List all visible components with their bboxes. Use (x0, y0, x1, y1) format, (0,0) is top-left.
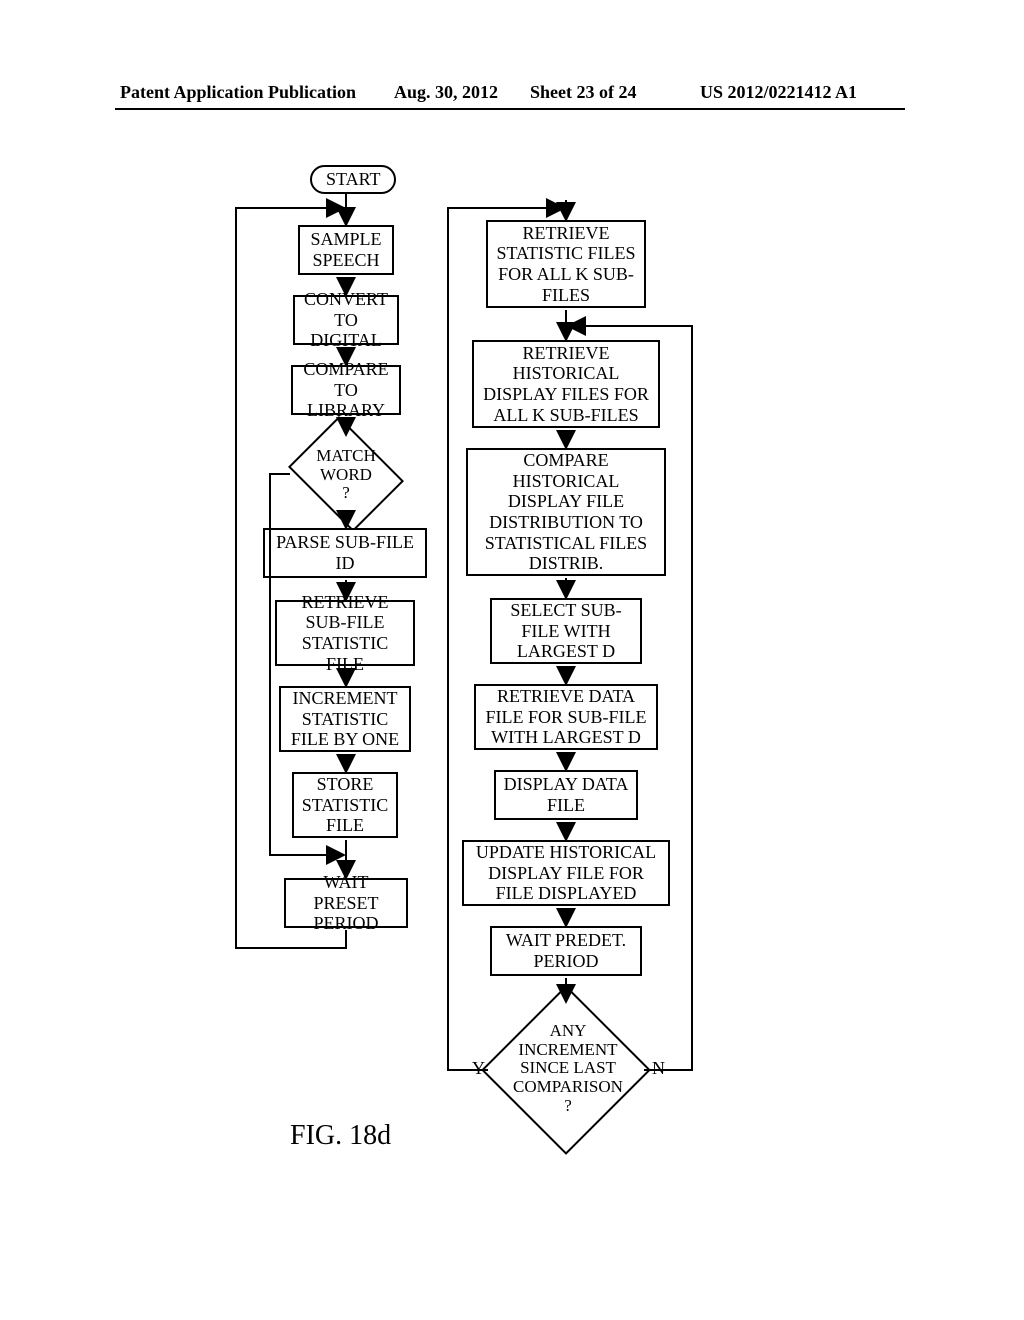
box-parse-subfile: PARSE SUB-FILE ID (263, 528, 427, 578)
label-convert-digital: CONVERT TO DIGITAL (301, 289, 391, 351)
label-store-stat: STORE STATISTIC FILE (300, 774, 390, 836)
header-sheet: Sheet 23 of 24 (530, 82, 637, 103)
edge-y: Y (472, 1058, 485, 1079)
label-match-word: MATCHWORD? (276, 447, 416, 503)
label-parse-subfile: PARSE SUB-FILE ID (271, 532, 419, 573)
box-convert-digital: CONVERT TO DIGITAL (293, 295, 399, 345)
label-compare-dist: COMPARE HISTORICAL DISPLAY FILE DISTRIBU… (474, 450, 658, 574)
label-update-hist: UPDATE HISTORICAL DISPLAY FILE FOR FILE … (470, 842, 662, 904)
label-wait-predet: WAIT PREDET. PERIOD (498, 930, 634, 971)
box-wait-preset: WAIT PRESET PERIOD (284, 878, 408, 928)
box-retrieve-stat: RETRIEVE SUB-FILE STATISTIC FILE (275, 600, 415, 666)
label-sample-speech: SAMPLE SPEECH (306, 229, 386, 270)
label-display-data: DISPLAY DATA FILE (502, 774, 630, 815)
header-rule (115, 108, 905, 110)
box-compare-library: COMPARE TO LIBRARY (291, 365, 401, 415)
box-wait-predet: WAIT PREDET. PERIOD (490, 926, 642, 976)
label-retrieve-data-d: RETRIEVE DATA FILE FOR SUB-FILE WITH LAR… (482, 686, 650, 748)
label-retrieve-stat-k: RETRIEVE STATISTIC FILES FOR ALL K SUB-F… (494, 223, 638, 306)
label-increment-stat: INCREMENT STATISTIC FILE BY ONE (287, 688, 403, 750)
label-any-increment: ANYINCREMENTSINCE LASTCOMPARISON? (498, 1022, 638, 1115)
start-terminator: START (310, 165, 396, 194)
header-date: Aug. 30, 2012 (394, 82, 498, 103)
box-retrieve-stat-k: RETRIEVE STATISTIC FILES FOR ALL K SUB-F… (486, 220, 646, 308)
box-store-stat: STORE STATISTIC FILE (292, 772, 398, 838)
label-retrieve-hist: RETRIEVE HISTORICAL DISPLAY FILES FOR AL… (480, 343, 652, 426)
label-retrieve-stat: RETRIEVE SUB-FILE STATISTIC FILE (283, 592, 407, 675)
label-wait-preset: WAIT PRESET PERIOD (292, 872, 400, 934)
box-select-largest-d: SELECT SUB-FILE WITH LARGEST D (490, 598, 642, 664)
header-pub: Patent Application Publication (120, 82, 356, 103)
box-sample-speech: SAMPLE SPEECH (298, 225, 394, 275)
start-label: START (326, 169, 380, 189)
box-display-data: DISPLAY DATA FILE (494, 770, 638, 820)
box-compare-dist: COMPARE HISTORICAL DISPLAY FILE DISTRIBU… (466, 448, 666, 576)
edge-n: N (652, 1058, 665, 1079)
box-retrieve-data-d: RETRIEVE DATA FILE FOR SUB-FILE WITH LAR… (474, 684, 658, 750)
figure-label: FIG. 18d (290, 1120, 391, 1152)
box-update-hist: UPDATE HISTORICAL DISPLAY FILE FOR FILE … (462, 840, 670, 906)
flowchart-canvas: START SAMPLE SPEECH CONVERT TO DIGITAL C… (0, 120, 1024, 1320)
box-increment-stat: INCREMENT STATISTIC FILE BY ONE (279, 686, 411, 752)
box-retrieve-hist: RETRIEVE HISTORICAL DISPLAY FILES FOR AL… (472, 340, 660, 428)
label-compare-library: COMPARE TO LIBRARY (299, 359, 393, 421)
label-select-largest-d: SELECT SUB-FILE WITH LARGEST D (498, 600, 634, 662)
header-pubno: US 2012/0221412 A1 (700, 82, 857, 103)
